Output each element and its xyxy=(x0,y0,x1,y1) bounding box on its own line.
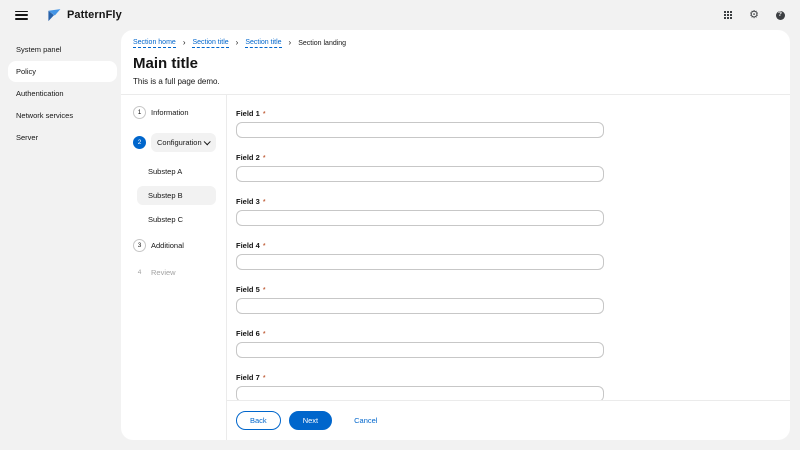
brand-link[interactable]: PatternFly xyxy=(46,8,122,23)
step-label: Information xyxy=(151,108,189,117)
form-field-group: Field 3* xyxy=(236,191,774,226)
required-asterisk: * xyxy=(263,373,266,382)
field-6-label: Field 6 xyxy=(236,329,260,338)
breadcrumb-separator-icon: › xyxy=(236,39,239,47)
step-label: Review xyxy=(151,268,176,277)
page-content-card: Section home › Section title › Section t… xyxy=(121,30,790,440)
field-4-label: Field 4 xyxy=(236,241,260,250)
required-asterisk: * xyxy=(263,241,266,250)
wizard-substep-a[interactable]: Substep A xyxy=(137,162,216,181)
page-header: Section home › Section title › Section t… xyxy=(121,30,790,95)
wizard-step-information[interactable]: 1 Information xyxy=(121,102,216,123)
apps-grid-icon[interactable] xyxy=(722,9,734,21)
cancel-button[interactable]: Cancel xyxy=(354,412,377,430)
wizard-step-additional[interactable]: 3 Additional xyxy=(121,235,216,256)
field-1-input[interactable] xyxy=(236,122,604,138)
chevron-down-icon xyxy=(204,138,211,145)
settings-gear-icon[interactable]: ⚙ xyxy=(748,9,760,21)
field-3-label: Field 3 xyxy=(236,197,260,206)
step-label: Configuration xyxy=(157,138,202,147)
wizard-step-nav: 1 Information 2 Configuration Substep A … xyxy=(121,95,227,441)
form-field-group: Field 6* xyxy=(236,323,774,358)
sidebar-item-server[interactable]: Server xyxy=(0,127,117,148)
required-asterisk: * xyxy=(263,329,266,338)
nav-toggle-hamburger-icon[interactable] xyxy=(15,11,28,20)
brand-name: PatternFly xyxy=(67,9,122,21)
patternfly-logo-icon xyxy=(46,8,62,23)
field-4-input[interactable] xyxy=(236,254,604,270)
field-7-input[interactable] xyxy=(236,386,604,400)
form-field-group: Field 4* xyxy=(236,235,774,270)
form-field-group: Field 5* xyxy=(236,279,774,314)
form-field-group: Field 1* xyxy=(236,103,774,138)
required-asterisk: * xyxy=(263,285,266,294)
breadcrumb-link[interactable]: Section title xyxy=(192,39,228,48)
step-number-badge: 1 xyxy=(133,106,146,119)
breadcrumb-separator-icon: › xyxy=(183,39,186,47)
sidebar-item-network-services[interactable]: Network services xyxy=(0,105,117,126)
sidebar-item-authentication[interactable]: Authentication xyxy=(0,83,117,104)
step-number-badge: 3 xyxy=(133,239,146,252)
wizard-step-configuration[interactable]: 2 Configuration xyxy=(121,129,216,156)
wizard-substep-c[interactable]: Substep C xyxy=(137,210,216,229)
masthead-utilities: ⚙ ? xyxy=(722,9,786,21)
wizard-footer: Back Next Cancel xyxy=(227,400,790,441)
page-subtitle: This is a full page demo. xyxy=(133,77,776,86)
wizard-content: Field 1* Field 2* Field 3* Field 4* Fiel xyxy=(227,95,790,441)
breadcrumb: Section home › Section title › Section t… xyxy=(133,39,776,48)
page-title: Main title xyxy=(133,55,776,72)
step-number-badge: 2 xyxy=(133,136,146,149)
breadcrumb-separator-icon: › xyxy=(289,39,292,47)
step-number-badge: 4 xyxy=(133,266,146,279)
wizard-substeps: Substep A Substep B Substep C xyxy=(137,162,216,229)
sidebar-item-system-panel[interactable]: System panel xyxy=(0,39,117,60)
field-3-input[interactable] xyxy=(236,210,604,226)
field-6-input[interactable] xyxy=(236,342,604,358)
masthead: PatternFly ⚙ ? xyxy=(0,0,800,30)
field-5-input[interactable] xyxy=(236,298,604,314)
help-icon[interactable]: ? xyxy=(774,9,786,21)
required-asterisk: * xyxy=(263,109,266,118)
field-2-input[interactable] xyxy=(236,166,604,182)
form-field-group: Field 2* xyxy=(236,147,774,182)
breadcrumb-link[interactable]: Section home xyxy=(133,39,176,48)
back-button[interactable]: Back xyxy=(236,411,281,431)
required-asterisk: * xyxy=(263,153,266,162)
sidebar-nav: System panel Policy Authentication Netwo… xyxy=(0,30,121,450)
field-1-label: Field 1 xyxy=(236,109,260,118)
wizard-step-review: 4 Review xyxy=(121,262,216,283)
next-button[interactable]: Next xyxy=(289,411,332,431)
wizard-form: Field 1* Field 2* Field 3* Field 4* Fiel xyxy=(227,95,790,400)
field-7-label: Field 7 xyxy=(236,373,260,382)
breadcrumb-current: Section landing xyxy=(298,40,346,47)
form-field-group: Field 7* xyxy=(236,367,774,400)
wizard-substep-b[interactable]: Substep B xyxy=(137,186,216,205)
required-asterisk: * xyxy=(263,197,266,206)
step-label: Additional xyxy=(151,241,184,250)
sidebar-item-policy[interactable]: Policy xyxy=(8,61,117,82)
breadcrumb-link[interactable]: Section title xyxy=(245,39,281,48)
field-2-label: Field 2 xyxy=(236,153,260,162)
field-5-label: Field 5 xyxy=(236,285,260,294)
